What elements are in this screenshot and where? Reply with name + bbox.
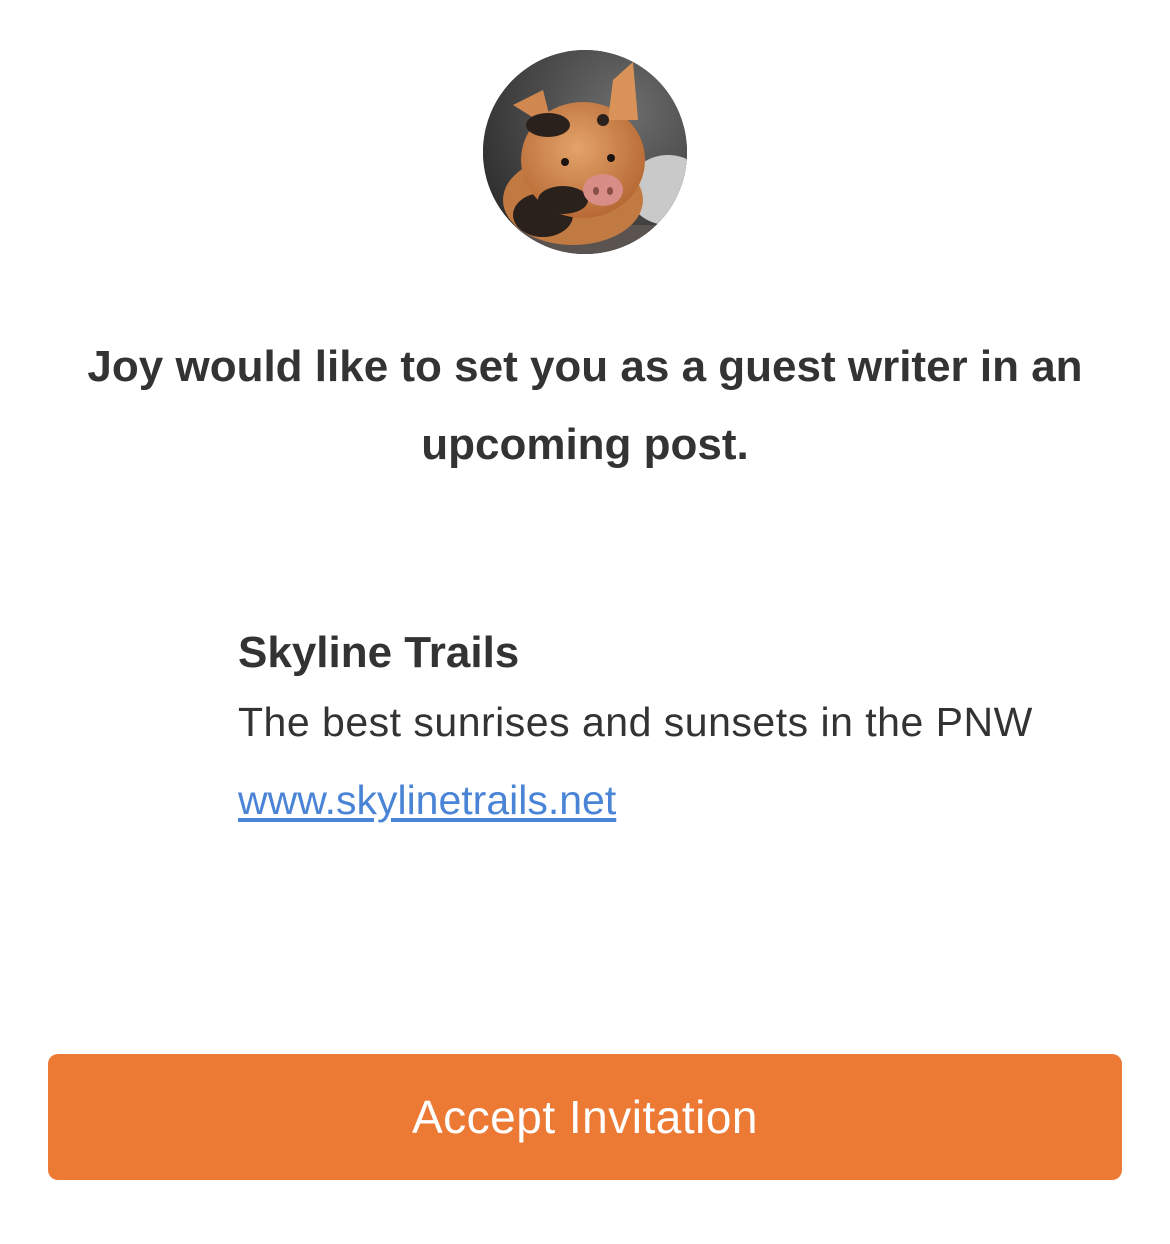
invitation-message: Joy would like to set you as a guest wri… [87, 342, 1083, 469]
accept-invitation-button[interactable]: Accept Invitation [48, 1054, 1122, 1180]
publication-card: Skyline Trails The best sunrises and sun… [238, 622, 1078, 839]
avatar [483, 50, 687, 254]
publication-link[interactable]: www.skylinetrails.net [238, 761, 616, 839]
pig-avatar-icon [483, 50, 687, 254]
publication-description: The best sunrises and sunsets in the PNW [238, 699, 1033, 745]
publication-name: Skyline Trails [238, 628, 520, 677]
